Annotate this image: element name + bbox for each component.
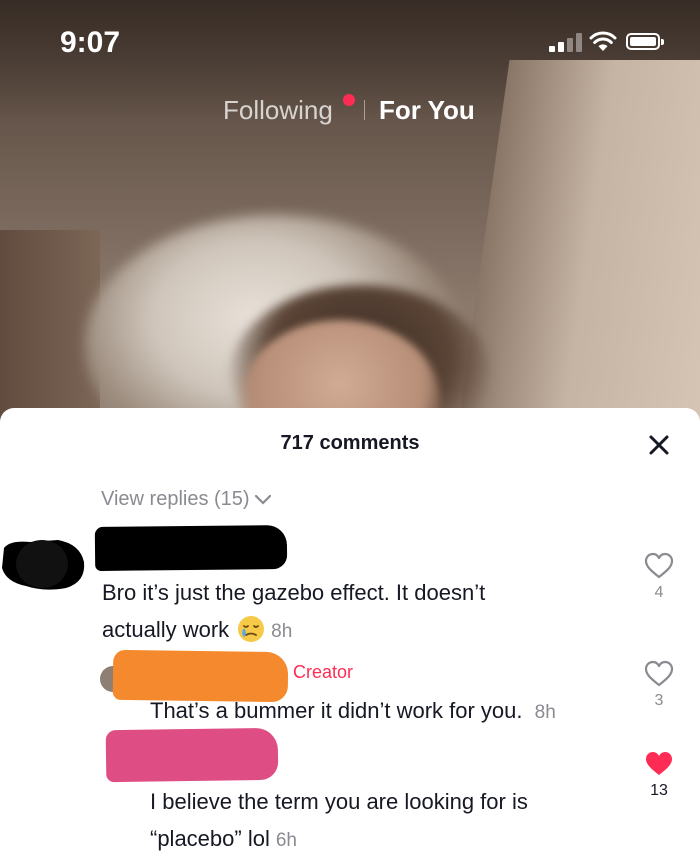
reply-time: 6h [275,830,297,851]
reply-time: 8h [534,702,556,723]
reply-text: That’s a bummer it didn’t work for you. … [150,698,556,724]
like-button[interactable]: 3 [639,660,679,710]
tab-for-you[interactable]: For You [379,95,475,126]
status-bar: 9:07 [0,0,700,80]
like-count: 3 [654,692,664,709]
like-button[interactable]: 4 [639,552,679,602]
comment-time: 8h [271,621,293,642]
battery-icon [626,33,664,50]
following-notification-dot [343,94,355,106]
reply-text-line2: “placebo” lol [150,826,270,851]
view-replies-label: View replies (15) [101,488,250,510]
close-icon[interactable] [646,432,672,458]
creator-badge: Creator [293,662,354,682]
username-redaction-pink [105,727,279,783]
username-redaction-black [94,524,288,572]
tab-divider [364,100,365,120]
comment-text: Bro it’s just the gazebo effect. It does… [102,574,572,650]
wifi-icon [589,31,617,51]
like-button[interactable]: 13 [639,750,679,800]
chevron-down-icon [254,494,271,505]
reply-text: I believe the term you are looking for i… [150,783,610,859]
like-count: 13 [650,782,668,799]
battery-level [630,37,656,46]
tab-following[interactable]: Following [223,95,333,126]
sad-face-emoji [238,616,265,642]
reply-body: That’s a bummer it didn’t work for you. [150,698,523,723]
reply-text-line1: I believe the term you are looking for i… [150,789,528,814]
avatar-redacted[interactable] [0,534,90,594]
view-replies-button[interactable]: View replies (15) [101,488,272,511]
comment-text-line2: actually work [102,617,230,642]
cellular-signal-icon [549,32,583,52]
comment-text-line1: Bro it’s just the gazebo effect. It does… [102,580,486,605]
heart-outline-icon [644,660,674,687]
heart-filled-icon [646,752,672,775]
comments-count-title: 717 comments [280,432,420,454]
username-redaction-orange [112,649,289,703]
comments-sheet: 717 comments View replies (15) Bro it’s … [0,408,700,865]
status-time: 9:07 [60,26,121,59]
heart-outline-icon [644,552,674,579]
like-count: 4 [654,584,664,601]
feed-tabs: Following For You [0,92,700,132]
